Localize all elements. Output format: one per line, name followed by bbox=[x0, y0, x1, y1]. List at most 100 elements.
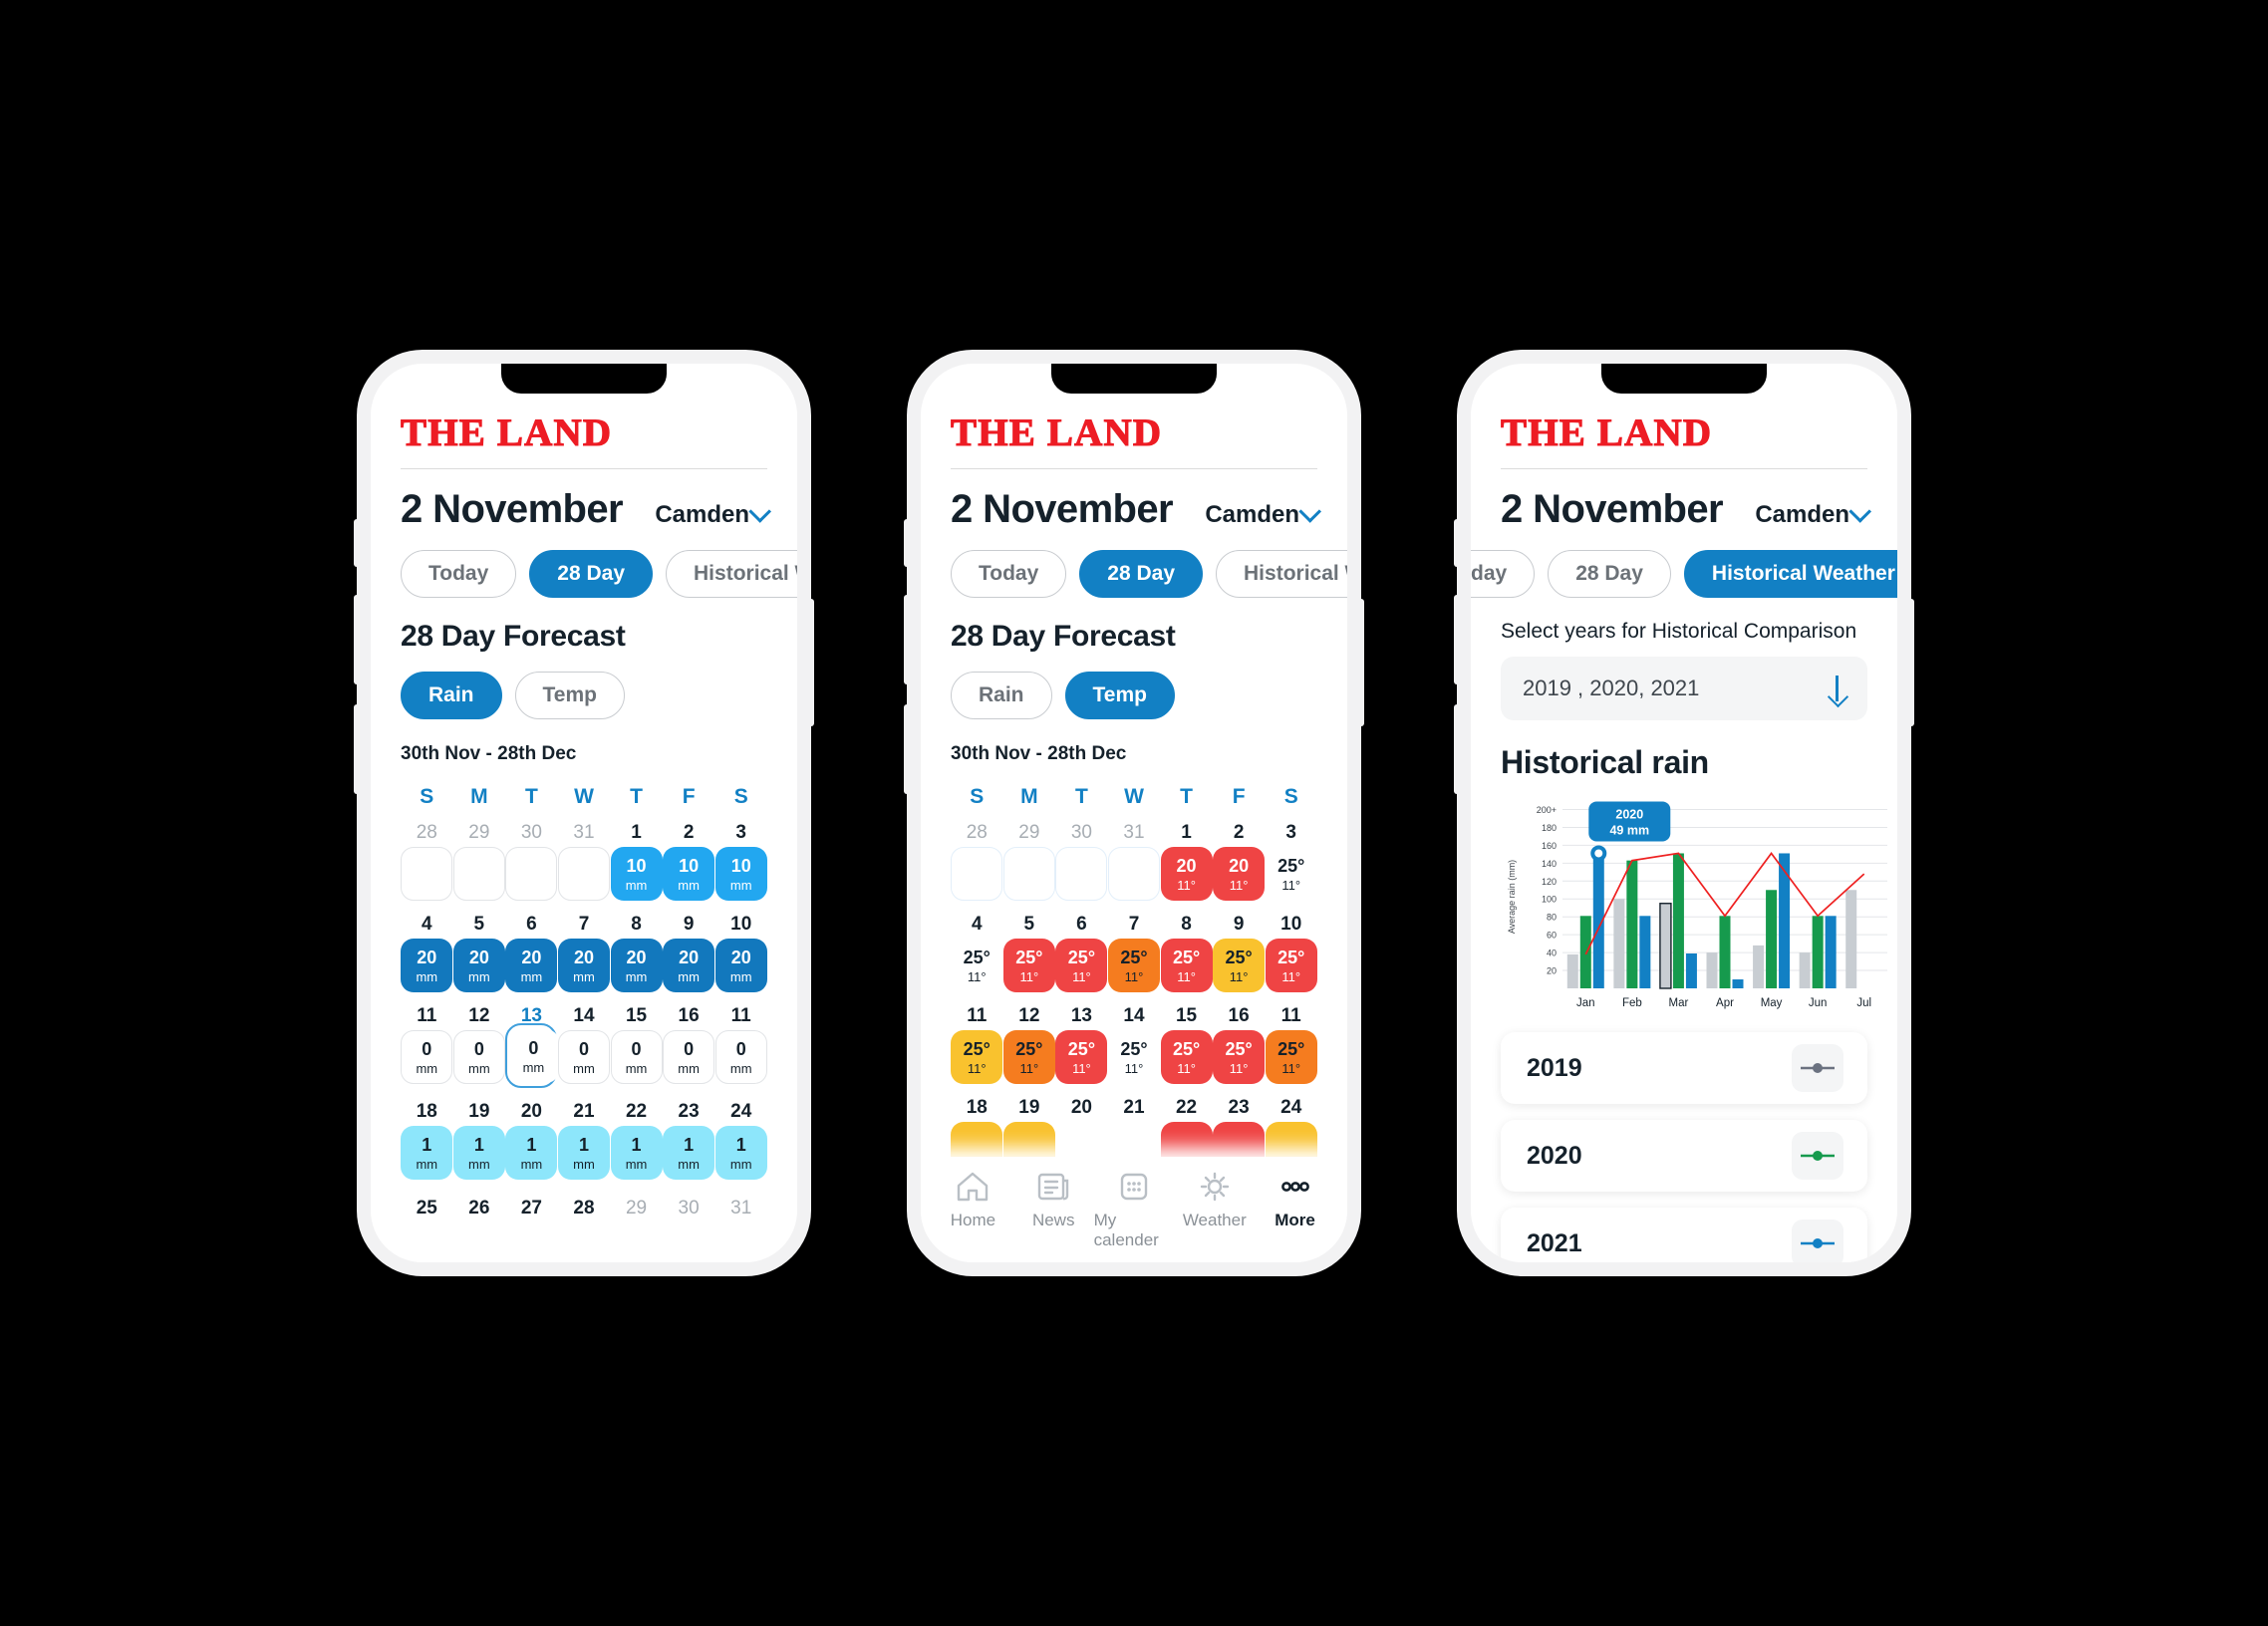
tab-today[interactable]: day bbox=[1471, 550, 1536, 598]
calendar-chip[interactable]: 1 mm bbox=[505, 1126, 558, 1180]
calendar-chip[interactable]: 10 mm bbox=[663, 847, 715, 901]
calendar-day-cell[interactable]: 30 bbox=[663, 1198, 714, 1222]
mute-switch[interactable] bbox=[1454, 519, 1459, 567]
calendar-day-cell[interactable]: 31 bbox=[557, 822, 610, 901]
tab-28day[interactable]: 28 Day bbox=[1079, 550, 1204, 598]
calendar-day-cell[interactable]: 10 25° 11° bbox=[1265, 914, 1317, 992]
calendar-day-cell[interactable]: 110mm bbox=[610, 822, 663, 901]
toggle-rain[interactable]: Rain bbox=[951, 672, 1052, 719]
calendar-chip[interactable]: 0 mm bbox=[452, 1030, 505, 1084]
calendar-day-cell[interactable]: 29 bbox=[611, 1198, 663, 1222]
calendar-chip[interactable]: 1 mm bbox=[663, 1126, 715, 1180]
chart-bar[interactable] bbox=[1779, 853, 1791, 988]
calendar-chip[interactable]: 0 mm bbox=[507, 1029, 560, 1083]
calendar-day-cell[interactable]: 25 bbox=[401, 1198, 452, 1222]
calendar-day-cell[interactable]: 6 20 mm bbox=[505, 914, 558, 992]
tab-28day[interactable]: 28 Day bbox=[529, 550, 654, 598]
calendar-day-cell[interactable]: 28 bbox=[558, 1198, 610, 1222]
calendar-day-cell[interactable]: 13 0 mm bbox=[505, 1005, 560, 1088]
legend-row-2020[interactable]: 2020 bbox=[1501, 1120, 1867, 1192]
volume-up-button[interactable] bbox=[354, 595, 359, 684]
calendar-chip[interactable]: 20 11° bbox=[1213, 847, 1266, 901]
calendar-chip[interactable]: 20 mm bbox=[452, 939, 505, 992]
calendar-chip[interactable]: 10 mm bbox=[610, 847, 663, 901]
calendar-day-cell[interactable]: 19 1 mm bbox=[452, 1101, 505, 1180]
calendar-chip[interactable]: 25° 11° bbox=[1055, 1030, 1108, 1084]
calendar-day-cell[interactable]: 5 20 mm bbox=[452, 914, 505, 992]
calendar-day-cell[interactable]: 31 bbox=[715, 1198, 767, 1222]
calendar-chip[interactable]: 20 mm bbox=[714, 939, 767, 992]
calendar-day-cell[interactable]: 31 bbox=[1107, 822, 1160, 901]
calendar-day-cell[interactable]: 30 bbox=[505, 822, 558, 901]
calendar-day-cell[interactable]: 29 bbox=[1002, 822, 1055, 901]
calendar-day-cell[interactable]: 20 1 mm bbox=[505, 1101, 558, 1180]
calendar-day-cell[interactable]: 15 25° 11° bbox=[1160, 1005, 1213, 1084]
calendar-chip[interactable]: 25° 11° bbox=[1107, 939, 1160, 992]
volume-up-button[interactable] bbox=[1454, 595, 1459, 684]
calendar-day-cell[interactable]: 11 25° 11° bbox=[1265, 1005, 1317, 1084]
calendar-chip-empty[interactable] bbox=[1107, 847, 1160, 901]
calendar-day-cell[interactable]: 16 0 mm bbox=[663, 1005, 715, 1088]
volume-up-button[interactable] bbox=[904, 595, 909, 684]
calendar-chip[interactable]: 0 mm bbox=[663, 1030, 715, 1084]
year-select[interactable]: 2019 , 2020, 2021 bbox=[1501, 657, 1867, 720]
calendar-chip[interactable]: 20 11° bbox=[1160, 847, 1213, 901]
calendar-chip[interactable]: 25° 11° bbox=[1266, 847, 1317, 901]
calendar-day-cell[interactable]: 30 bbox=[1055, 822, 1108, 901]
calendar-chip[interactable]: 20 mm bbox=[401, 939, 453, 992]
calendar-day-cell[interactable]: 8 20 mm bbox=[610, 914, 663, 992]
calendar-chip-empty[interactable] bbox=[505, 847, 558, 901]
calendar-day-cell[interactable]: 12 0 mm bbox=[452, 1005, 505, 1088]
calendar-day-cell[interactable]: 2 20 11° bbox=[1213, 822, 1266, 901]
calendar-day-cell[interactable]: 13 25° 11° bbox=[1055, 1005, 1108, 1084]
location-selector[interactable]: Camden bbox=[1755, 500, 1872, 529]
calendar-day-cell[interactable]: 6 25° 11° bbox=[1055, 914, 1108, 992]
tab-28day[interactable]: 28 Day bbox=[1548, 550, 1671, 598]
calendar-day-cell[interactable]: 18 1 mm bbox=[401, 1101, 453, 1180]
calendar-day-cell[interactable]: 28 bbox=[951, 822, 1003, 901]
calendar-day-cell[interactable]: 11 25° 11° bbox=[951, 1005, 1003, 1084]
toggle-temp[interactable]: Temp bbox=[514, 672, 625, 719]
calendar-chip[interactable]: 0 mm bbox=[557, 1030, 610, 1084]
calendar-chip[interactable]: 20 mm bbox=[505, 939, 558, 992]
calendar-chip[interactable]: 1 mm bbox=[610, 1126, 663, 1180]
calendar-day-cell[interactable]: 26 bbox=[453, 1198, 505, 1222]
tab-historical-weather[interactable]: Historical Weather bbox=[1683, 550, 1897, 598]
power-button[interactable] bbox=[809, 599, 814, 726]
calendar-day-cell[interactable]: 9 25° 11° bbox=[1213, 914, 1266, 992]
calendar-chip[interactable]: 25° 11° bbox=[951, 1030, 1003, 1084]
tab-today[interactable]: Today bbox=[951, 550, 1067, 598]
toggle-rain[interactable]: Rain bbox=[401, 672, 502, 719]
calendar-day-cell[interactable]: 12 25° 11° bbox=[1002, 1005, 1055, 1084]
calendar-day-cell[interactable]: 8 25° 11° bbox=[1160, 914, 1213, 992]
calendar-chip[interactable]: 1 mm bbox=[557, 1126, 610, 1180]
calendar-day-cell[interactable]: 9 20 mm bbox=[663, 914, 715, 992]
location-selector[interactable]: Camden bbox=[1205, 500, 1322, 529]
calendar-day-cell[interactable]: 110mm bbox=[401, 1005, 453, 1088]
chart-bar[interactable] bbox=[1685, 952, 1697, 988]
calendar-chip[interactable]: 25° 11° bbox=[1265, 939, 1317, 992]
calendar-chip[interactable]: 25° 11° bbox=[1213, 1030, 1266, 1084]
calendar-chip[interactable]: 25° 11° bbox=[1108, 1030, 1160, 1084]
power-button[interactable] bbox=[1359, 599, 1364, 726]
chart-bar[interactable] bbox=[1732, 979, 1744, 988]
tab-my-calender[interactable]: My calender bbox=[1094, 1171, 1175, 1250]
calendar-chip-empty[interactable] bbox=[557, 847, 610, 901]
calendar-chip[interactable]: 0 mm bbox=[401, 1030, 453, 1084]
calendar-day-cell[interactable]: 110mm bbox=[714, 1005, 767, 1088]
chart-bar[interactable] bbox=[1799, 952, 1811, 988]
calendar-chip[interactable]: 1 mm bbox=[401, 1126, 453, 1180]
calendar-chip-empty[interactable] bbox=[1002, 847, 1055, 901]
calendar-chip[interactable]: 0 mm bbox=[714, 1030, 767, 1084]
calendar-chip-empty[interactable] bbox=[951, 847, 1003, 901]
calendar-chip[interactable]: 25° 11° bbox=[1002, 939, 1055, 992]
calendar-day-cell[interactable]: 7 20 mm bbox=[557, 914, 610, 992]
calendar-chip[interactable]: 10 mm bbox=[714, 847, 767, 901]
tab-historical-weather[interactable]: Historical W bbox=[1216, 550, 1347, 598]
chart-bar[interactable] bbox=[1845, 890, 1857, 988]
chart-bar[interactable] bbox=[1719, 916, 1731, 988]
volume-down-button[interactable] bbox=[354, 704, 359, 794]
calendar-chip[interactable]: 0 mm bbox=[610, 1030, 663, 1084]
chart-bar[interactable] bbox=[1812, 916, 1824, 988]
calendar-day-cell[interactable]: 14 25° 11° bbox=[1108, 1005, 1160, 1084]
